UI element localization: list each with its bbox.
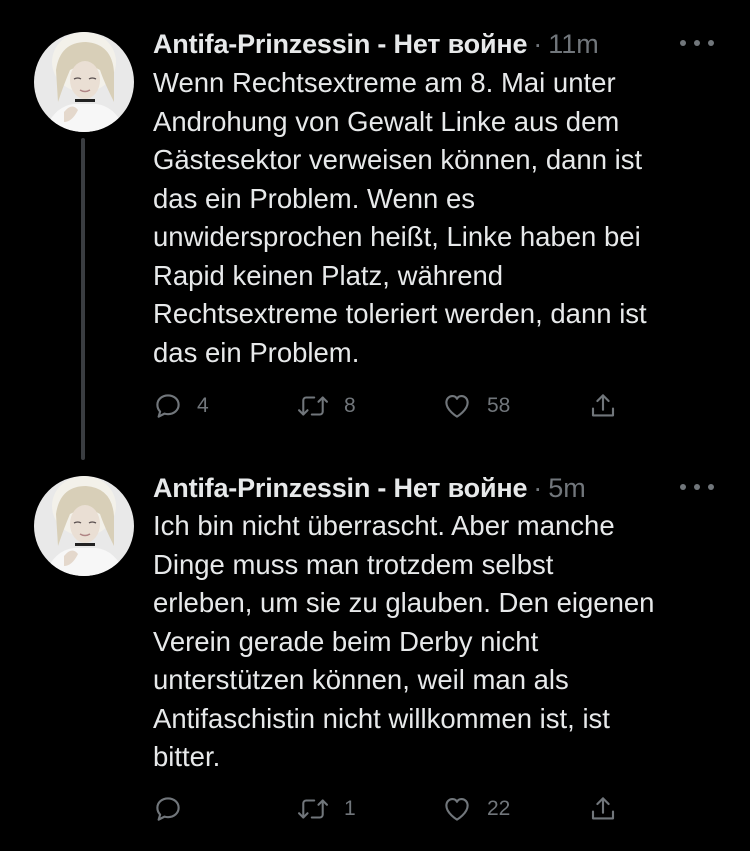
text-line: Gästesektor verweisen können, dann ist	[153, 144, 643, 175]
header-separator: ·	[533, 472, 543, 503]
like-count: 58	[487, 394, 511, 417]
tweet[interactable]: Antifa-Prinzessin - Нет войне · 5m Ich b…	[0, 462, 750, 851]
text-line: Ich bin nicht überrascht. Aber manche	[153, 510, 615, 541]
like-count: 22	[487, 797, 511, 820]
text-line: Dinge muss man trotzdem selbst	[153, 548, 554, 580]
tweet-actions: 4 8 58	[153, 386, 633, 426]
retweet-count: 8	[344, 394, 356, 417]
header-separator: ·	[533, 28, 543, 59]
avatar[interactable]	[34, 32, 134, 132]
author-name[interactable]: Antifa-Prinzessin - Нет войне	[153, 29, 527, 60]
text-line: unterstützen können, weil man als	[153, 664, 569, 695]
timestamp[interactable]: 5m	[548, 473, 586, 504]
text-line: Verein gerade beim Derby nicht	[153, 625, 539, 657]
tweet-text: Ich bin nicht überrascht. Aber manche Di…	[153, 507, 728, 777]
text-line: Wenn Rechtsextreme am 8. Mai unter	[153, 67, 616, 98]
share-button[interactable]	[588, 789, 618, 829]
author-name[interactable]: Antifa-Prinzessin - Нет войне	[153, 473, 527, 504]
reply-icon	[156, 797, 180, 821]
text-line: das ein Problem. Wenn es	[153, 182, 476, 214]
text-line: das ein Problem.	[153, 336, 360, 368]
retweet-count: 1	[344, 797, 356, 820]
reply-icon	[156, 394, 180, 418]
share-icon	[591, 797, 615, 820]
retweet-icon	[298, 396, 328, 416]
text-line: Rechtsextreme toleriert werden, dann ist	[153, 298, 647, 329]
tweet-actions: 1 22	[153, 789, 633, 829]
text-line: Androhung von Gewalt Linke aus dem	[153, 105, 620, 137]
text-line: unwidersprochen heißt, Linke haben bei	[153, 221, 641, 252]
like-button[interactable]: 22	[441, 789, 510, 829]
text-line: Rapid keinen Platz, während	[153, 259, 504, 291]
text-line: Antifaschistin nicht willkommen ist, ist	[153, 702, 610, 734]
avatar[interactable]	[34, 476, 134, 576]
retweet-button[interactable]: 1	[296, 789, 356, 829]
tweet-text: Wenn Rechtsextreme am 8. Mai unter Andro…	[153, 64, 728, 372]
share-icon	[591, 394, 615, 417]
reply-count: 4	[197, 394, 209, 417]
retweet-icon	[298, 799, 328, 819]
like-button[interactable]: 58	[441, 386, 510, 426]
timestamp[interactable]: 11m	[548, 29, 599, 60]
text-line: erleben, um sie zu glauben. Den eigenen	[153, 587, 655, 618]
heart-icon	[445, 797, 469, 821]
reply-button[interactable]	[153, 789, 197, 829]
more-icon[interactable]	[680, 472, 714, 502]
reply-button[interactable]: 4	[153, 386, 209, 426]
tweet-header: Antifa-Prinzessin - Нет войне · 11m	[153, 24, 720, 64]
heart-icon	[445, 394, 469, 418]
text-line: bitter.	[153, 741, 221, 772]
tweet-header: Antifa-Prinzessin - Нет войне · 5m	[153, 468, 720, 508]
more-icon[interactable]	[680, 28, 714, 58]
retweet-button[interactable]: 8	[296, 386, 356, 426]
share-button[interactable]	[588, 386, 618, 426]
tweet[interactable]: Antifa-Prinzessin - Нет войне · 11m Wenn…	[0, 0, 750, 450]
